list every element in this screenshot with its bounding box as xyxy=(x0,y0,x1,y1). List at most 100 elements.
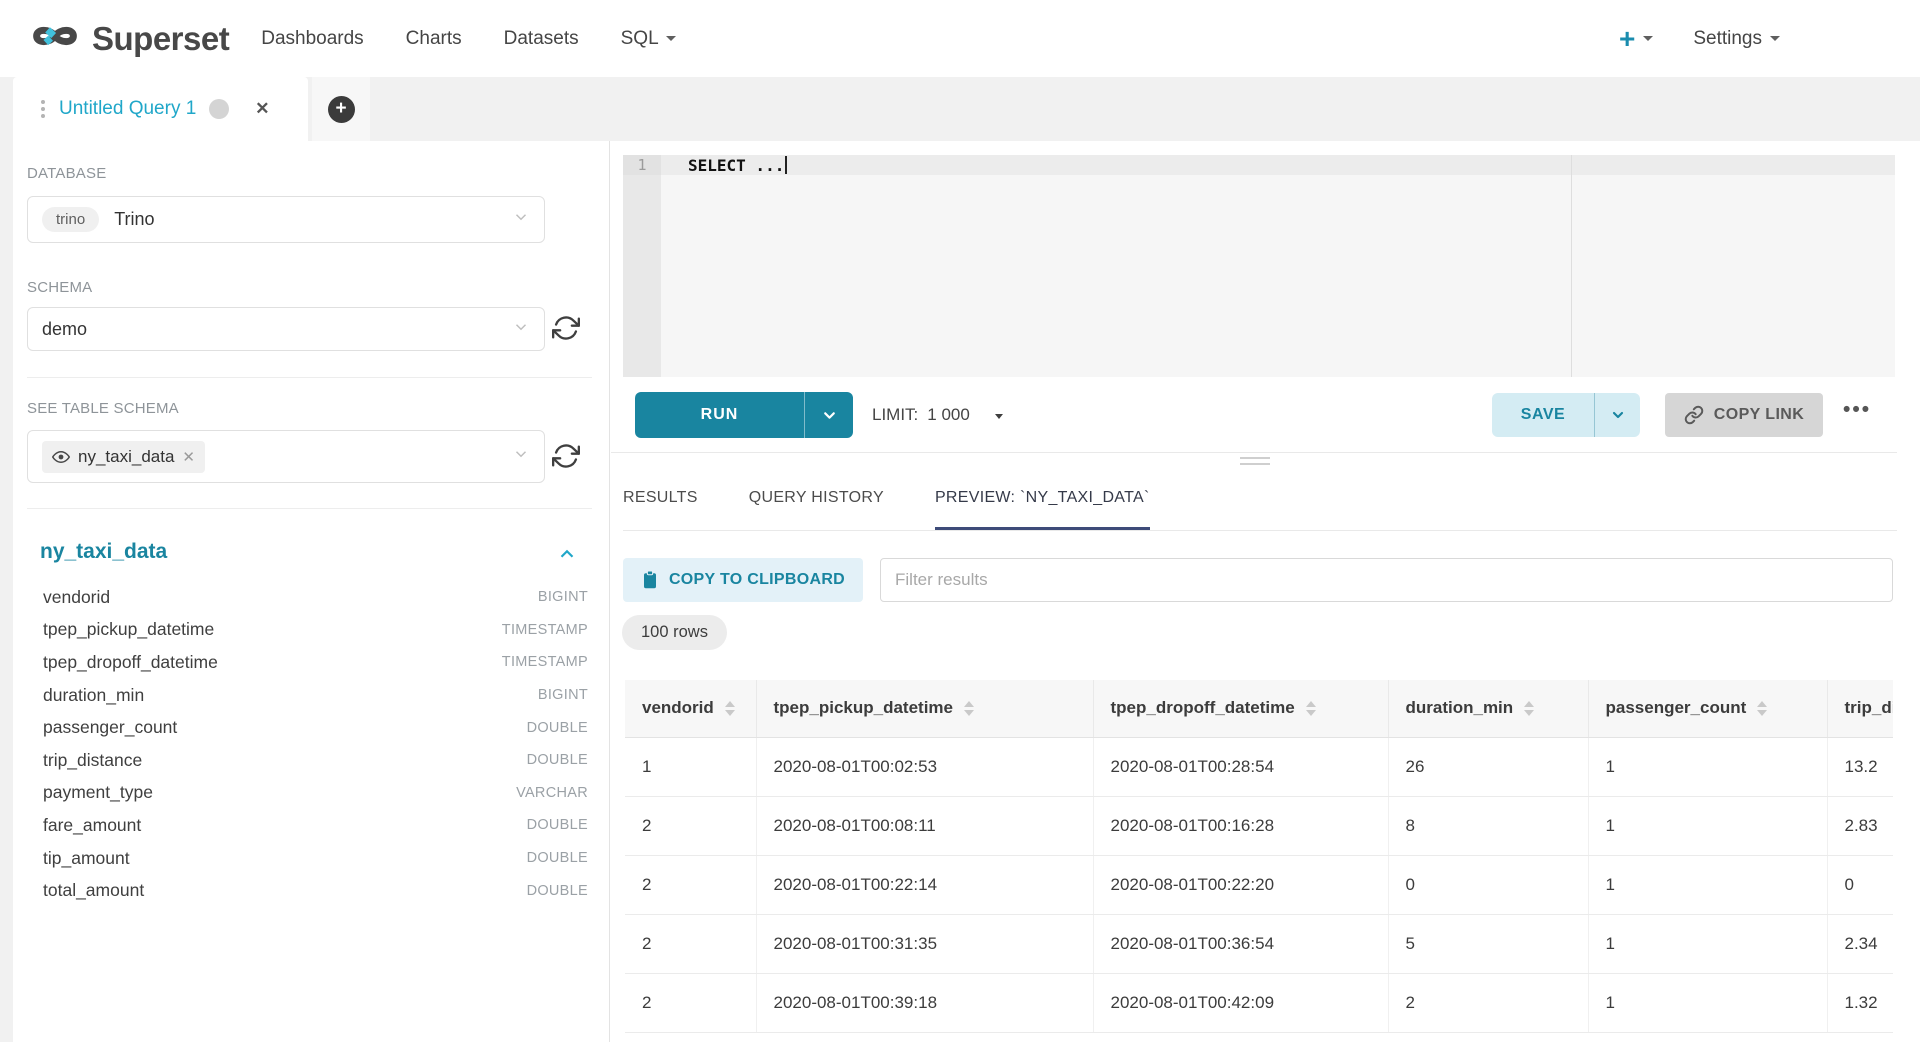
save-button[interactable]: SAVE xyxy=(1492,393,1640,437)
table-schema-title[interactable]: ny_taxi_data xyxy=(40,540,167,564)
chevron-up-icon[interactable] xyxy=(556,543,578,570)
database-value: Trino xyxy=(114,209,154,230)
column-header[interactable]: vendorid xyxy=(625,680,756,737)
line-number: 1 xyxy=(623,155,661,175)
pane-resize-handle[interactable] xyxy=(1240,457,1270,469)
refresh-schemas-icon[interactable] xyxy=(552,314,580,347)
run-label[interactable]: RUN xyxy=(635,392,805,438)
tab-results[interactable]: RESULTS xyxy=(623,471,698,530)
app-header: Superset Dashboards Charts Datasets SQL … xyxy=(0,0,1920,77)
divider xyxy=(27,377,592,378)
cell: 0 xyxy=(1388,855,1588,914)
schema-select[interactable]: demo xyxy=(27,307,545,351)
copy-to-clipboard-button[interactable]: COPY TO CLIPBOARD xyxy=(623,558,863,602)
header-right: + Settings xyxy=(1619,25,1780,53)
remove-tag-icon[interactable]: ✕ xyxy=(182,448,195,466)
new-query-tab-button[interactable]: + xyxy=(312,77,370,141)
cell: 2020-08-01T00:22:14 xyxy=(756,855,1093,914)
table-select[interactable]: ny_taxi_data ✕ xyxy=(27,430,545,483)
column-name: duration_min xyxy=(43,685,144,706)
query-tab-title[interactable]: Untitled Query 1 xyxy=(59,98,196,120)
chevron-down-icon xyxy=(512,445,530,468)
save-label[interactable]: SAVE xyxy=(1492,393,1595,437)
nav-dashboards[interactable]: Dashboards xyxy=(261,28,363,50)
results-tab-bar: RESULTS QUERY HISTORY PREVIEW: `NY_TAXI_… xyxy=(623,471,1897,531)
cell: 26 xyxy=(1388,737,1588,796)
cell: 2020-08-01T00:28:54 xyxy=(1093,737,1388,796)
column-type: DOUBLE xyxy=(527,720,588,736)
column-header[interactable]: duration_min xyxy=(1388,680,1588,737)
drag-handle-icon[interactable] xyxy=(41,100,45,118)
table-tag[interactable]: ny_taxi_data ✕ xyxy=(42,441,205,473)
column-type: TIMESTAMP xyxy=(502,654,588,670)
sort-icon[interactable] xyxy=(1757,701,1767,716)
query-tab[interactable]: Untitled Query 1 ✕ xyxy=(13,77,308,141)
new-item-menu[interactable]: + xyxy=(1619,25,1653,53)
cell: 2020-08-01T00:16:28 xyxy=(1093,796,1388,855)
schema-value: demo xyxy=(42,319,87,340)
cell: 1.32 xyxy=(1827,973,1893,1032)
column-name: trip_distance xyxy=(43,750,142,771)
cell: 2020-08-01T00:42:09 xyxy=(1093,973,1388,1032)
more-options-icon[interactable]: ••• xyxy=(1843,398,1871,422)
tab-query-history[interactable]: QUERY HISTORY xyxy=(749,471,884,530)
sort-icon[interactable] xyxy=(964,701,974,716)
column-name: tip_amount xyxy=(43,848,130,869)
chevron-down-icon xyxy=(512,318,530,341)
editor-toolbar: RUN LIMIT: 1 000 SAVE COPY LINK ••• xyxy=(611,392,1897,440)
close-icon[interactable]: ✕ xyxy=(255,99,269,119)
column-header[interactable]: tpep_pickup_datetime xyxy=(756,680,1093,737)
infinity-logo-icon xyxy=(27,19,83,58)
column-row: tip_amountDOUBLE xyxy=(13,842,588,875)
database-label: DATABASE xyxy=(27,165,106,182)
table-row: 22020-08-01T00:22:142020-08-01T00:22:200… xyxy=(625,855,1893,914)
column-header[interactable]: tpep_dropoff_datetime xyxy=(1093,680,1388,737)
column-header[interactable]: trip_distance xyxy=(1827,680,1893,737)
limit-value: 1 000 xyxy=(927,405,970,425)
cell: 0 xyxy=(1827,855,1893,914)
cell: 2020-08-01T00:36:54 xyxy=(1093,914,1388,973)
settings-label: Settings xyxy=(1693,28,1762,50)
column-header[interactable]: passenger_count xyxy=(1588,680,1827,737)
column-row: vendoridBIGINT xyxy=(13,581,588,614)
nav-charts[interactable]: Charts xyxy=(406,28,462,50)
table-tag-label: ny_taxi_data xyxy=(78,447,174,467)
nav-datasets[interactable]: Datasets xyxy=(504,28,579,50)
cell: 2 xyxy=(625,973,756,1032)
sql-workspace: 1 SELECT ... RUN LIMIT: 1 000 SAVE xyxy=(611,141,1920,1042)
plus-circle-icon: + xyxy=(328,96,355,123)
column-name: passenger_count xyxy=(43,717,177,738)
clipboard-icon xyxy=(641,570,659,590)
sort-icon[interactable] xyxy=(1524,701,1534,716)
column-name: fare_amount xyxy=(43,815,141,836)
query-tab-strip: Untitled Query 1 ✕ + xyxy=(0,77,1920,141)
database-select[interactable]: trino Trino xyxy=(27,196,545,243)
superset-logo[interactable]: Superset xyxy=(27,19,229,58)
run-options-button[interactable] xyxy=(805,392,853,438)
cell: 2 xyxy=(625,914,756,973)
column-name: payment_type xyxy=(43,782,153,803)
save-options-button[interactable] xyxy=(1595,393,1640,437)
run-button[interactable]: RUN xyxy=(635,392,853,438)
sort-icon[interactable] xyxy=(725,701,735,716)
filter-results-input[interactable] xyxy=(880,558,1893,602)
row-count-badge: 100 rows xyxy=(622,615,727,650)
column-name: vendorid xyxy=(43,587,110,608)
sql-text: SELECT ... xyxy=(688,156,784,175)
settings-menu[interactable]: Settings xyxy=(1693,28,1780,50)
tab-preview[interactable]: PREVIEW: `NY_TAXI_DATA` xyxy=(935,471,1150,530)
nav-sql[interactable]: SQL xyxy=(621,28,676,50)
cell: 2020-08-01T00:31:35 xyxy=(756,914,1093,973)
copy-link-label: COPY LINK xyxy=(1714,406,1804,424)
column-name: tpep_dropoff_datetime xyxy=(43,652,218,673)
cell: 1 xyxy=(625,737,756,796)
sort-icon[interactable] xyxy=(1306,701,1316,716)
editor-code-line[interactable]: SELECT ... xyxy=(688,155,787,175)
cell: 2020-08-01T00:22:20 xyxy=(1093,855,1388,914)
copy-link-button[interactable]: COPY LINK xyxy=(1665,393,1823,437)
limit-dropdown[interactable]: LIMIT: 1 000 xyxy=(872,392,1003,438)
table-schema-label: SEE TABLE SCHEMA xyxy=(27,400,179,417)
sql-editor[interactable]: 1 SELECT ... xyxy=(623,155,1895,377)
nav-sql-label: SQL xyxy=(621,28,659,50)
refresh-tables-icon[interactable] xyxy=(552,442,580,475)
